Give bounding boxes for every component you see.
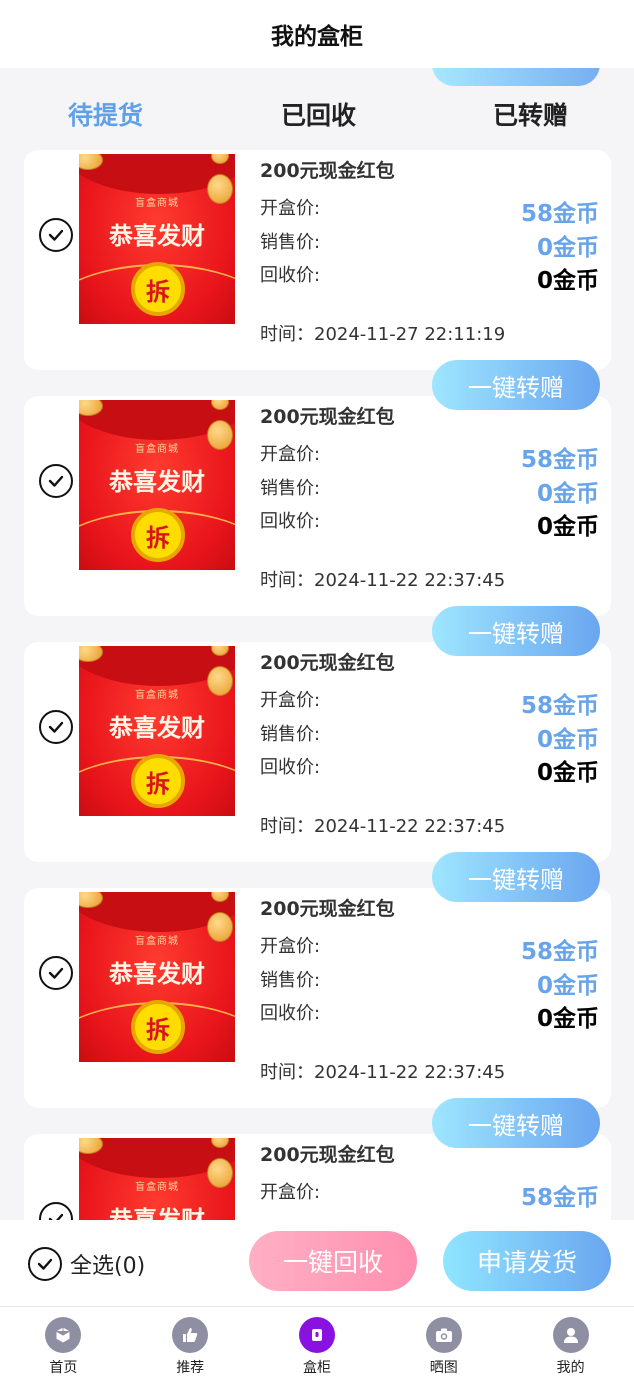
item-name: 200元现金红包 — [260, 406, 395, 428]
shop-mark: 盲盒商城 — [135, 1182, 179, 1193]
sale-price-value: 0金币 — [536, 481, 599, 507]
recycle-price-label: 回收价: — [260, 265, 321, 286]
camera-icon — [425, 1317, 462, 1353]
select-all-label: 全选(0) — [70, 1254, 146, 1279]
tab-pending-pickup[interactable]: 待提货 — [68, 96, 143, 132]
red-packet-image: 盲盒商城恭喜发财拆 — [79, 154, 235, 324]
item-name: 200元现金红包 — [260, 898, 395, 920]
gift-button[interactable]: 一键转赠 — [432, 852, 600, 902]
check-icon — [48, 721, 64, 733]
app-header: 我的盒柜 — [0, 0, 634, 68]
nav-item-home[interactable]: 首页 — [0, 1307, 127, 1380]
item-checkbox[interactable] — [39, 956, 73, 990]
sale-price-value: 0金币 — [536, 727, 599, 753]
open-seal: 拆 — [131, 1000, 185, 1054]
recycle-price-value: 0金币 — [536, 514, 599, 540]
item-name: 200元现金红包 — [260, 1144, 395, 1166]
shop-mark: 盲盒商城 — [135, 444, 179, 455]
open-price-value: 58金币 — [520, 447, 599, 473]
action-bar: 全选(0) 一键回收 申请发货 — [0, 1220, 634, 1306]
gift-button[interactable]: 一键转赠 — [432, 1098, 600, 1148]
recycle-price-label: 回收价: — [260, 1003, 321, 1024]
nav-label-box: 盒柜 — [302, 1360, 331, 1376]
open-price-label: 开盒价: — [260, 1182, 321, 1203]
sale-price-label: 销售价: — [260, 724, 321, 745]
check-icon — [37, 1258, 53, 1270]
nav-label-mine: 我的 — [556, 1360, 585, 1376]
item-card: 盲盒商城 恭喜发财拆 200元现金红包 开盒价: 58金币 销售价: 0金币 回收价: 0金币时… — [24, 150, 611, 370]
recycle-price-label: 回收价: — [260, 511, 321, 532]
gift-button[interactable]: 一键转赠 — [432, 606, 600, 656]
shop-mark: 盲盒商城 — [135, 936, 179, 947]
gift-button[interactable]: 一键转赠 — [432, 360, 600, 410]
sale-price-label: 销售价: — [260, 970, 321, 991]
nav-label-recommend: 推荐 — [176, 1360, 205, 1376]
slogan-text: 恭喜发财 — [109, 714, 205, 742]
slogan-text: 恭喜发财 — [109, 222, 205, 250]
open-price-label: 开盒价: — [260, 936, 321, 957]
tab-bar: 待提货 已回收 已转赠 — [0, 64, 634, 150]
bottom-nav: 首页 推荐 盒柜 晒图 我的 — [0, 1306, 634, 1380]
user-icon — [552, 1317, 589, 1353]
item-time: 时间：2024-11-22 22:37:45 — [260, 570, 506, 591]
sale-price-label: 销售价: — [260, 478, 321, 499]
nav-item-mine[interactable]: 我的 — [507, 1307, 634, 1380]
item-card: 盲盒商城 恭喜发财拆 200元现金红包 开盒价: 58金币 销售价: 0金币 回收价: 0金币时… — [24, 396, 611, 616]
recycle-price-value: 0金币 — [536, 268, 599, 294]
sale-price-value: 0金币 — [536, 235, 599, 261]
red-packet-image: 盲盒商城恭喜发财拆 — [79, 646, 235, 816]
open-price-label: 开盒价: — [260, 690, 321, 711]
red-packet-image: 盲盒商城恭喜发财拆 — [79, 400, 235, 570]
item-card: 盲盒商城 恭喜发财拆 200元现金红包 开盒价: 58金币 销售价: 0金币 回收价: 0金币时… — [24, 642, 611, 862]
recycle-price-value: 0金币 — [536, 760, 599, 786]
select-all[interactable]: 全选(0) — [28, 1247, 145, 1281]
tab-recycled[interactable]: 已回收 — [281, 96, 356, 132]
item-name: 200元现金红包 — [260, 652, 395, 674]
page-title: 我的盒柜 — [271, 24, 363, 50]
check-icon — [48, 475, 64, 487]
check-icon — [48, 967, 64, 979]
open-price-label: 开盒价: — [260, 444, 321, 465]
open-price-value: 58金币 — [520, 201, 599, 227]
open-price-value: 58金币 — [520, 1185, 599, 1211]
item-checkbox[interactable] — [39, 710, 73, 744]
check-icon — [48, 229, 64, 241]
request-shipping-button[interactable]: 申请发货 — [443, 1231, 611, 1291]
open-seal: 拆 — [131, 754, 185, 808]
nav-item-recommend[interactable]: 推荐 — [127, 1307, 254, 1380]
slogan-text: 恭喜发财 — [109, 468, 205, 496]
shop-mark: 盲盒商城 — [135, 198, 179, 209]
open-seal: 拆 — [131, 508, 185, 562]
nav-item-box[interactable]: 盒柜 — [254, 1307, 381, 1380]
item-time: 时间：2024-11-22 22:37:45 — [260, 816, 506, 837]
recycle-price-value: 0金币 — [536, 1006, 599, 1032]
item-checkbox[interactable] — [39, 464, 73, 498]
item-time: 时间：2024-11-22 22:37:45 — [260, 1062, 506, 1083]
nav-label-home: 首页 — [49, 1360, 78, 1376]
recycle-all-button[interactable]: 一键回收 — [249, 1231, 417, 1291]
red-packet-image: 盲盒商城恭喜发财拆 — [79, 892, 235, 1062]
thumbs-up-icon — [172, 1317, 209, 1353]
nav-label-show: 晒图 — [429, 1360, 458, 1376]
open-price-value: 58金币 — [520, 939, 599, 965]
sale-price-value: 0金币 — [536, 973, 599, 999]
shop-mark: 盲盒商城 — [135, 690, 179, 701]
nav-item-show[interactable]: 晒图 — [380, 1307, 507, 1380]
open-seal: 拆 — [131, 262, 185, 316]
box-icon — [298, 1317, 335, 1353]
tab-gifted[interactable]: 已转赠 — [493, 96, 568, 132]
sale-price-label: 销售价: — [260, 232, 321, 253]
item-checkbox[interactable] — [39, 218, 73, 252]
item-name: 200元现金红包 — [260, 160, 395, 182]
select-all-checkbox[interactable] — [28, 1247, 62, 1281]
open-price-label: 开盒价: — [260, 198, 321, 219]
slogan-text: 恭喜发财 — [109, 960, 205, 988]
cube-icon — [45, 1317, 82, 1353]
item-card: 盲盒商城 恭喜发财拆 200元现金红包 开盒价: 58金币 销售价: 0金币 回收价: 0金币时… — [24, 888, 611, 1108]
recycle-price-label: 回收价: — [260, 757, 321, 778]
item-time: 时间：2024-11-27 22:11:19 — [260, 324, 506, 345]
open-price-value: 58金币 — [520, 693, 599, 719]
